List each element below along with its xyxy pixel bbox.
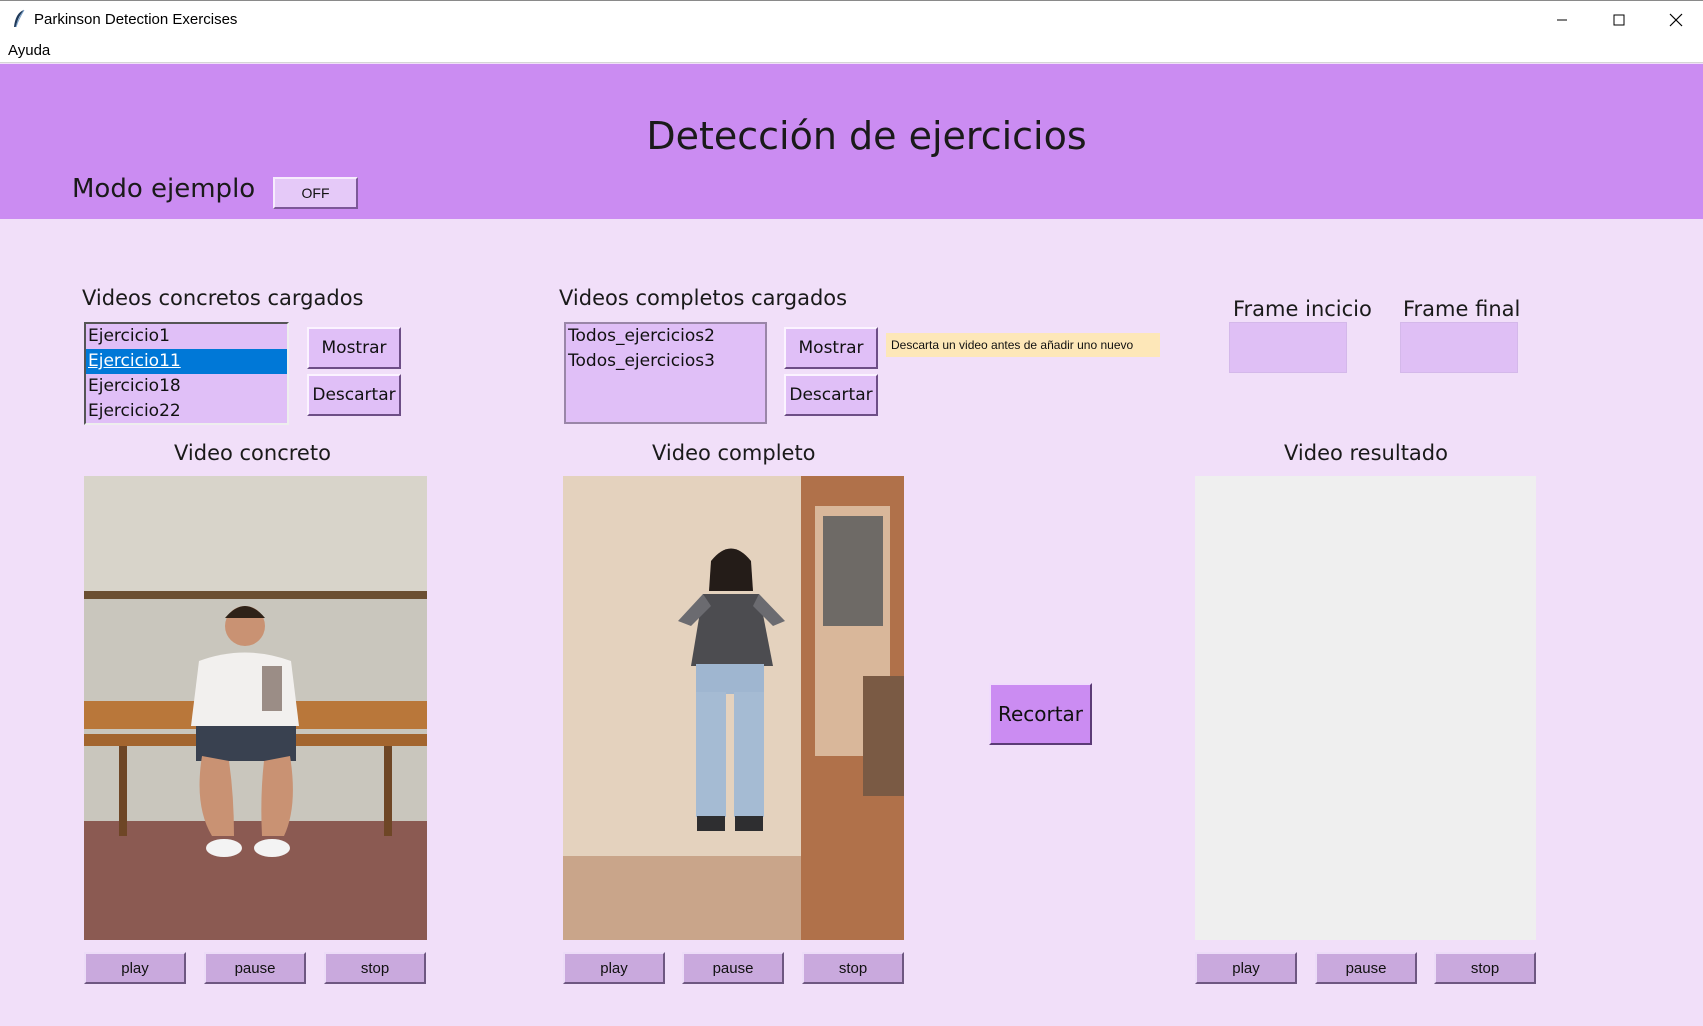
complete-video-frame [563, 476, 904, 940]
show-concrete-button[interactable]: Mostrar [307, 327, 401, 369]
concrete-list-label: Videos concretos cargados [82, 286, 364, 310]
header-banner: Detección de ejercicios Modo ejemplo OFF [0, 64, 1703, 219]
list-item-selected[interactable]: Ejercicio11 [86, 349, 287, 374]
result-stop-button[interactable]: stop [1434, 952, 1536, 984]
frame-start-input[interactable] [1229, 322, 1347, 373]
list-item[interactable]: Ejercicio1 [86, 324, 287, 349]
frame-start-label: Frame incicio [1233, 297, 1372, 321]
complete-pause-button[interactable]: pause [682, 952, 784, 984]
close-icon [1669, 13, 1683, 27]
close-button[interactable] [1647, 1, 1703, 39]
frame-end-input[interactable] [1400, 322, 1518, 373]
concrete-stop-button[interactable]: stop [324, 952, 426, 984]
concrete-pause-button[interactable]: pause [204, 952, 306, 984]
minimize-icon [1556, 14, 1568, 26]
concrete-play-button[interactable]: play [84, 952, 186, 984]
list-item[interactable]: Ejercicio18 [86, 374, 287, 399]
complete-play-button[interactable]: play [563, 952, 665, 984]
complete-videos-listbox[interactable]: Todos_ejercicios2 Todos_ejercicios3 [564, 322, 767, 424]
menu-ayuda[interactable]: Ayuda [8, 42, 50, 59]
concrete-video-frame [84, 476, 427, 940]
list-item[interactable]: Ejercicio22 [86, 399, 287, 423]
page-title: Detección de ejercicios [646, 114, 1087, 158]
result-video-frame [1195, 476, 1536, 940]
result-play-button[interactable]: play [1195, 952, 1297, 984]
concrete-videos-listbox[interactable]: Ejercicio1 Ejercicio11 Ejercicio18 Ejerc… [84, 322, 289, 425]
cut-button[interactable]: Recortar [989, 683, 1092, 745]
feather-icon [12, 9, 26, 29]
menu-bar: Ayuda [0, 38, 1703, 63]
result-video-title: Video resultado [1284, 441, 1448, 465]
maximize-icon [1613, 14, 1625, 26]
show-complete-button[interactable]: Mostrar [784, 327, 878, 369]
complete-video-title: Video completo [652, 441, 816, 465]
discard-concrete-button[interactable]: Descartar [307, 374, 401, 416]
list-item[interactable]: Todos_ejercicios2 [566, 324, 765, 349]
mode-label: Modo ejemplo [72, 174, 256, 204]
maximize-button[interactable] [1590, 1, 1648, 39]
discard-tooltip: Descarta un video antes de añadir uno nu… [886, 333, 1160, 357]
minimize-button[interactable] [1533, 1, 1591, 39]
title-bar: Parkinson Detection Exercises [0, 0, 1703, 38]
discard-complete-button[interactable]: Descartar [784, 374, 878, 416]
window-title: Parkinson Detection Exercises [34, 11, 238, 28]
example-mode-toggle[interactable]: OFF [273, 177, 358, 209]
concrete-video-title: Video concreto [174, 441, 331, 465]
complete-list-label: Videos completos cargados [559, 286, 848, 310]
frame-end-label: Frame final [1403, 297, 1521, 321]
result-pause-button[interactable]: pause [1315, 952, 1417, 984]
complete-stop-button[interactable]: stop [802, 952, 904, 984]
list-item[interactable]: Todos_ejercicios3 [566, 349, 765, 374]
